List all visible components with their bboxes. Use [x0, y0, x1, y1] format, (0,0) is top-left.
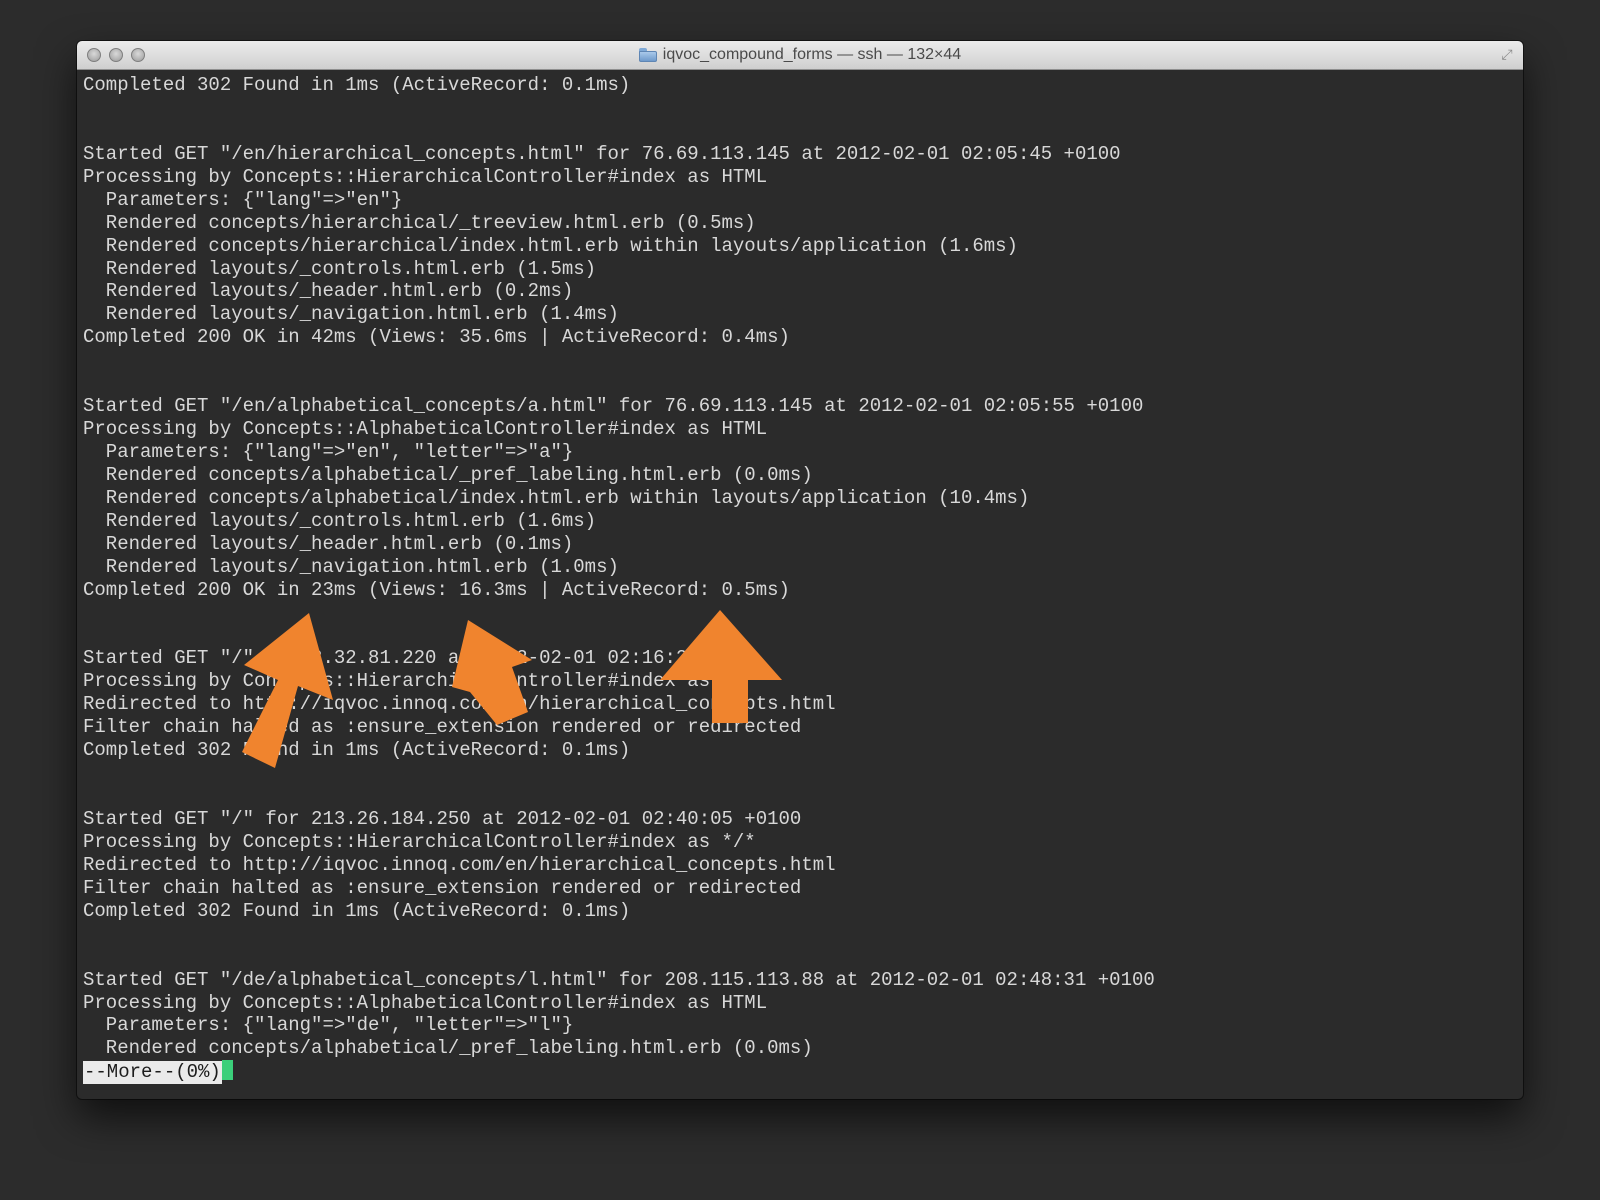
folder-icon	[638, 48, 657, 62]
terminal-line: Rendered layouts/_header.html.erb (0.1ms…	[83, 532, 574, 555]
terminal-window: iqvoc_compound_forms — ssh — 132×44 ⤢ Co…	[77, 41, 1523, 1099]
terminal-line: Rendered layouts/_navigation.html.erb (1…	[83, 555, 619, 578]
window-title-text: iqvoc_compound_forms — ssh — 132×44	[662, 46, 962, 63]
terminal-line: Rendered layouts/_controls.html.erb (1.6…	[83, 509, 597, 532]
terminal-output[interactable]: Completed 302 Found in 1ms (ActiveRecord…	[83, 74, 1523, 1085]
terminal-line: Redirected to http://iqvoc.innoq.com/en/…	[83, 693, 836, 716]
title-bar: iqvoc_compound_forms — ssh — 132×44 ⤢	[77, 41, 1523, 70]
terminal-line: Filter chain halted as :ensure_extension…	[83, 716, 802, 739]
pager-prompt: --More--(0%)	[83, 1061, 222, 1085]
terminal-line: Completed 302 Found in 1ms (ActiveRecord…	[83, 739, 631, 762]
terminal-line: Processing by Concepts::HierarchicalCont…	[83, 830, 756, 853]
terminal-line: Processing by Concepts::HierarchicalCont…	[83, 165, 768, 188]
terminal-line: Started GET "/en/hierarchical_concepts.h…	[83, 142, 1121, 165]
window-title: iqvoc_compound_forms — ssh — 132×44	[77, 41, 1523, 69]
terminal-line: Completed 302 Found in 1ms (ActiveRecord…	[83, 899, 631, 922]
terminal-line: Rendered concepts/alphabetical/index.htm…	[83, 486, 1030, 509]
terminal-line: Parameters: {"lang"=>"de", "letter"=>"l"…	[83, 1014, 574, 1037]
terminal-line: Filter chain halted as :ensure_extension…	[83, 876, 802, 899]
terminal-line: Processing by Concepts::HierarchicalCont…	[83, 670, 756, 693]
text-cursor	[221, 1060, 233, 1081]
terminal-line: Processing by Concepts::AlphabeticalCont…	[83, 418, 768, 441]
terminal-line: Rendered layouts/_header.html.erb (0.2ms…	[83, 280, 574, 303]
terminal-line: Rendered concepts/alphabetical/_pref_lab…	[83, 463, 813, 486]
terminal-line: Rendered concepts/hierarchical/_treeview…	[83, 211, 756, 234]
terminal-line: Rendered concepts/alphabetical/_pref_lab…	[83, 1037, 813, 1060]
terminal-line: Rendered layouts/_controls.html.erb (1.5…	[83, 257, 597, 280]
terminal-line: Started GET "/en/alphabetical_concepts/a…	[83, 395, 1144, 418]
terminal-line: Started GET "/" for 213.26.184.250 at 20…	[83, 808, 802, 830]
terminal-line: Parameters: {"lang"=>"en"}	[83, 188, 403, 211]
terminal-line: Parameters: {"lang"=>"en", "letter"=>"a"…	[83, 441, 574, 463]
fullscreen-icon[interactable]: ⤢	[1499, 47, 1515, 63]
terminal-line: Started GET "/de/alphabetical_concepts/l…	[83, 968, 1155, 991]
terminal-line: Redirected to http://iqvoc.innoq.com/en/…	[83, 853, 836, 876]
terminal-line: Rendered layouts/_navigation.html.erb (1…	[83, 303, 619, 326]
terminal-line: Rendered concepts/hierarchical/index.htm…	[83, 234, 1018, 257]
terminal-line: Completed 302 Found in 1ms (ActiveRecord…	[83, 74, 631, 96]
terminal-line: Started GET "/" for 2.32.81.220 at 2012-…	[83, 647, 688, 670]
terminal-line: Completed 200 OK in 23ms (Views: 16.3ms …	[83, 578, 790, 601]
terminal-line: Completed 200 OK in 42ms (Views: 35.6ms …	[83, 326, 790, 349]
pager-line: --More--(0%)	[83, 1060, 1523, 1085]
terminal-line: Processing by Concepts::AlphabeticalCont…	[83, 991, 768, 1014]
